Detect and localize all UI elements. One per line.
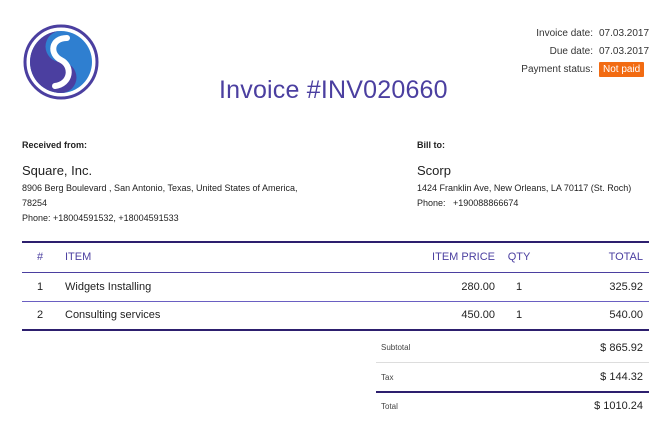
table-row: 2 Consulting services 450.00 1 540.00 <box>22 301 649 331</box>
recipient-address: 1424 Franklin Ave, New Orleans, LA 70117… <box>417 183 632 193</box>
recipient-name: Scorp <box>417 163 451 178</box>
sender-name: Square, Inc. <box>22 163 93 178</box>
tax-label: Tax <box>381 372 394 382</box>
page-title: Invoice #INV020660 <box>219 76 448 104</box>
invoice-date-row: Invoice date: 07.03.2017 <box>521 24 650 42</box>
invoice-items-table: # ITEM ITEM PRICE QTY TOTAL 1 Widgets In… <box>22 241 649 331</box>
subtotal-label: Subtotal <box>381 343 411 352</box>
invoice-meta: Invoice date: 07.03.2017 Due date: 07.03… <box>521 24 650 78</box>
tax-value: $ 144.32 <box>600 371 643 383</box>
status-badge: Not paid <box>599 61 645 77</box>
tax-row: Tax $ 144.32 <box>376 363 649 393</box>
row-qty: 1 <box>499 301 539 331</box>
total-label: Total <box>381 401 398 411</box>
invoice-date-label: Invoice date: <box>536 27 593 39</box>
row-num: 2 <box>22 301 58 331</box>
row-qty: 1 <box>499 272 539 302</box>
row-total: 325.92 <box>539 272 649 302</box>
col-header-item: ITEM <box>58 241 389 273</box>
totals-block: Subtotal $ 865.92 Tax $ 144.32 Total $ 1… <box>376 333 649 419</box>
total-row: Total $ 1010.24 <box>376 393 649 419</box>
payment-status-wrap: Not paid <box>599 61 647 77</box>
received-from-heading: Received from: <box>22 140 88 150</box>
row-price: 450.00 <box>389 301 499 331</box>
due-date-value: 07.03.2017 <box>599 45 650 57</box>
payment-status-label: Payment status: <box>521 63 593 75</box>
invoice-date-value: 07.03.2017 <box>599 27 650 39</box>
subtotal-row: Subtotal $ 865.92 <box>376 333 649 363</box>
total-value: $ 1010.24 <box>594 400 643 412</box>
due-date-row: Due date: 07.03.2017 <box>521 42 650 60</box>
row-price: 280.00 <box>389 272 499 302</box>
due-date-label: Due date: <box>549 45 593 57</box>
row-num: 1 <box>22 272 58 302</box>
row-item: Consulting services <box>58 301 389 331</box>
sender-phone: Phone: +18004591532, +18004591533 <box>22 213 179 223</box>
subtotal-value: $ 865.92 <box>600 341 643 354</box>
col-header-num: # <box>22 241 58 273</box>
col-header-total: TOTAL <box>539 241 649 273</box>
bill-to-heading: Bill to: <box>417 140 445 150</box>
table-header-row: # ITEM ITEM PRICE QTY TOTAL <box>22 241 649 273</box>
row-item: Widgets Installing <box>58 272 389 302</box>
col-header-qty: QTY <box>499 241 539 273</box>
col-header-price: ITEM PRICE <box>389 241 499 273</box>
bill-to-block: Bill to: Scorp 1424 Franklin Ave, New Or… <box>417 138 657 211</box>
sender-address: 8906 Berg Boulevard , San Antonio, Texas… <box>22 183 298 208</box>
received-from-block: Received from: Square, Inc. 8906 Berg Bo… <box>22 138 307 226</box>
table-row: 1 Widgets Installing 280.00 1 325.92 <box>22 272 649 302</box>
s-logo-icon <box>23 24 99 100</box>
payment-status-row: Payment status: Not paid <box>521 60 647 78</box>
row-total: 540.00 <box>539 301 649 331</box>
recipient-phone: Phone: +190088866674 <box>417 198 519 208</box>
